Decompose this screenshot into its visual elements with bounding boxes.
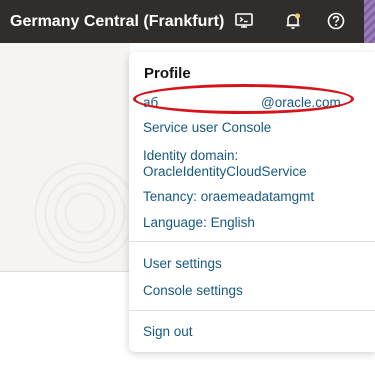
language-link[interactable]: Language: English bbox=[143, 215, 255, 231]
background-page bbox=[0, 43, 130, 271]
profile-dropdown: Profile aб @oracle.com Service user Cons… bbox=[129, 52, 375, 352]
tenancy-link[interactable]: Tenancy: oraemeadatamgmt bbox=[143, 189, 314, 205]
identity-domain-label[interactable]: Identity domain: bbox=[143, 148, 238, 164]
profile-title: Profile bbox=[144, 65, 191, 82]
region-selector[interactable]: Germany Central (Frankfurt) bbox=[10, 13, 224, 31]
menu-divider bbox=[129, 241, 375, 242]
user-email-name[interactable]: aб bbox=[143, 95, 158, 111]
background-divider bbox=[0, 271, 130, 272]
top-bar: Germany Central (Frankfurt) bbox=[0, 0, 375, 43]
bell-icon[interactable] bbox=[280, 8, 306, 34]
cloud-shell-icon[interactable] bbox=[231, 8, 257, 34]
avatar[interactable] bbox=[364, 0, 375, 43]
help-icon[interactable] bbox=[323, 8, 349, 34]
console-settings-link[interactable]: Console settings bbox=[143, 283, 243, 299]
sign-out-link[interactable]: Sign out bbox=[143, 324, 193, 340]
service-user-console-link[interactable]: Service user Console bbox=[143, 120, 271, 136]
identity-domain-value[interactable]: OracleIdentityCloudService bbox=[143, 164, 307, 180]
menu-divider bbox=[129, 310, 375, 311]
user-settings-link[interactable]: User settings bbox=[143, 256, 222, 272]
user-email-domain[interactable]: @oracle.com bbox=[261, 95, 341, 111]
